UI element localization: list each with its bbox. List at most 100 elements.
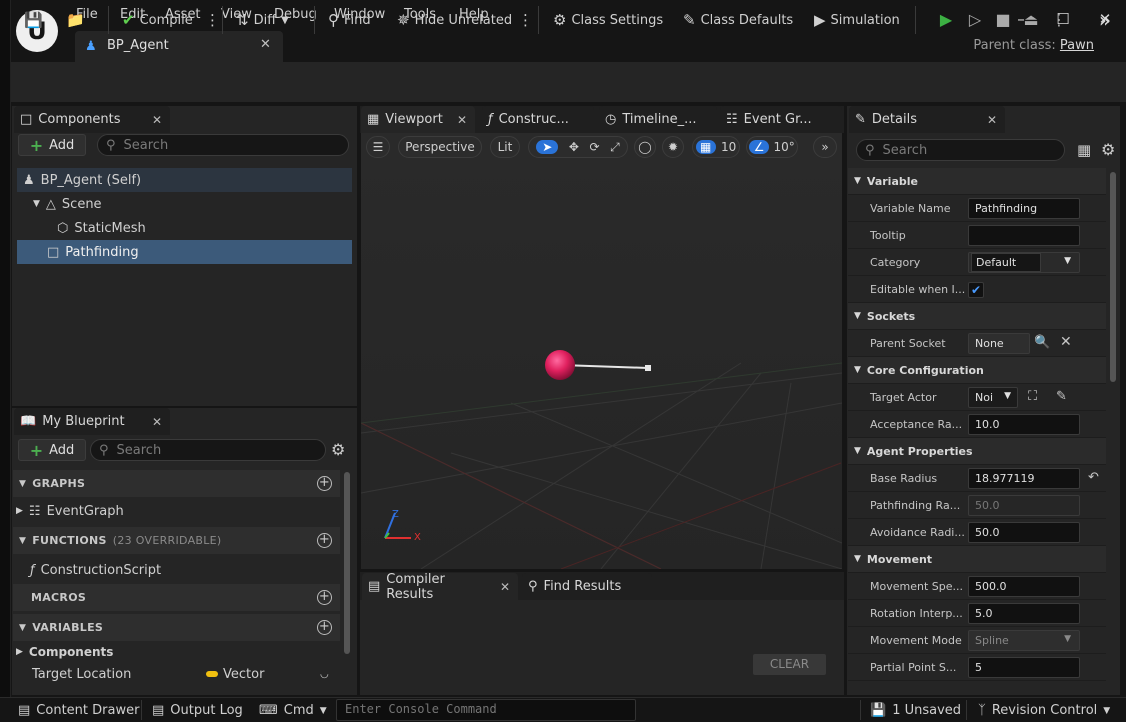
close-tab-icon[interactable]: ✕ [152,113,162,127]
variable-name-field[interactable]: Pathfinding [968,197,1080,219]
document-tab-bp-agent[interactable]: ♟ BP_Agent ✕ [75,31,283,62]
step-icon[interactable]: ▷ [963,8,987,32]
parent-class-link[interactable]: Pawn [1060,38,1094,53]
eject-icon[interactable]: ⏏ [1019,8,1043,32]
console-command-field[interactable] [336,699,636,721]
close-tab-icon[interactable]: ✕ [152,415,162,429]
output-log-button[interactable]: ▤ Output Log [152,703,243,718]
angle-snap-group[interactable]: ∠ 10° [746,136,798,158]
variable-row-target-location[interactable]: Target Location Vector ◡ [32,662,337,686]
add-variable-icon[interactable]: + [317,620,332,635]
details-search[interactable]: ⚲ [856,139,1065,161]
details-tab[interactable]: ✎ Details ✕ [849,106,1005,133]
class-defaults-button[interactable]: ✎ Class Defaults [683,10,793,30]
details-search-input[interactable] [882,142,1064,158]
add-component-button[interactable]: + Add [18,134,86,156]
close-tab-icon[interactable]: ✕ [500,580,510,594]
blueprint-scrollbar[interactable] [344,472,350,654]
rotation-interp-field[interactable]: 5.0 [968,602,1080,624]
move-tool-icon[interactable]: ✥ [569,140,579,154]
blueprint-search[interactable]: ⚲ [90,439,326,461]
revision-control-button[interactable]: ᛉ Revision Control ▼ [978,703,1110,718]
partial-point-field[interactable]: 5 [968,656,1080,678]
play-options-icon[interactable]: ⋮ [1047,8,1071,32]
rotate-tool-icon[interactable]: ⟳ [589,140,599,154]
compile-options-icon[interactable]: ⋮ [205,10,220,30]
play-icon[interactable]: ▶ [934,8,958,32]
gear-icon[interactable]: ⚙ [331,440,345,459]
component-row-self[interactable]: ♟ BP_Agent (Self) [17,168,352,192]
tab-event-graph[interactable]: ☷ Event Gr... [720,106,842,133]
section-variable[interactable]: ▼ Variable [848,168,1106,195]
details-scrollbar[interactable] [1110,172,1116,382]
construction-script-item[interactable]: ƒ ConstructionScript [30,558,330,582]
viewport-more-icon[interactable]: » [813,136,837,158]
tab-compiler-results[interactable]: ▤ Compiler Results ✕ [362,572,518,602]
surface-snap-icon[interactable]: ◯ [634,136,656,158]
event-graph-item[interactable]: ▶ ☷ EventGraph [16,499,336,523]
tooltip-field[interactable] [968,224,1080,246]
eye-closed-icon[interactable]: ◡ [320,669,329,680]
variables-section-header[interactable]: ▼ VARIABLES + [13,614,340,641]
save-icon[interactable]: 💾 [24,10,43,30]
add-graph-icon[interactable]: + [317,476,332,491]
compile-button[interactable]: ✔ Compile [122,10,193,30]
hide-unrelated-button[interactable]: ✵ Hide Unrelated [397,10,512,30]
content-drawer-button[interactable]: ▤ Content Drawer [18,703,139,718]
world-local-icon[interactable]: ✹ [662,136,684,158]
section-core-configuration[interactable]: ▼ Core Configuration [848,357,1106,384]
class-settings-button[interactable]: ⚙ Class Settings [553,10,663,30]
macros-section-header[interactable]: MACROS + [13,584,340,611]
find-button[interactable]: ⚲ Find [328,10,371,30]
tab-find-results[interactable]: ⚲ Find Results [522,573,652,600]
clear-button[interactable]: CLEAR [753,654,826,675]
cmd-dropdown[interactable]: ⌨ Cmd ▼ [259,703,327,718]
section-agent-properties[interactable]: ▼ Agent Properties [848,438,1106,465]
viewport-canvas[interactable] [361,133,842,569]
close-tab-icon[interactable]: ✕ [987,113,997,127]
add-blueprint-item-button[interactable]: + Add [18,439,86,461]
tab-construction-script[interactable]: ƒ Construc... [482,106,594,133]
my-blueprint-tab[interactable]: 📖 My Blueprint ✕ [14,408,170,435]
components-tab[interactable]: □ Components ✕ [14,106,170,133]
base-radius-field[interactable]: 18.977119 [968,467,1080,489]
scale-tool-icon[interactable]: ⤢ [610,140,620,155]
eyedropper-icon[interactable]: ✎ [1056,389,1067,404]
lit-button[interactable]: Lit [490,136,520,158]
add-function-icon[interactable]: + [317,533,332,548]
tab-viewport[interactable]: ▦ Viewport ✕ [361,106,475,133]
functions-section-header[interactable]: ▼ FUNCTIONS (23 OVERRIDABLE) + [13,527,340,554]
component-row-scene[interactable]: ▼ △ Scene [17,192,352,216]
diff-button[interactable]: ⇅ Diff ▼ [236,10,289,30]
console-command-input[interactable] [345,702,627,716]
avoidance-radius-field[interactable]: 50.0 [968,521,1080,543]
component-row-pathfinding[interactable]: □ Pathfinding [17,240,352,264]
components-category[interactable]: ▶ Components [16,640,336,664]
pick-actor-icon[interactable]: ⛶ [1028,389,1037,404]
movement-speed-field[interactable]: 500.0 [968,575,1080,597]
gear-icon[interactable]: ⚙ [1101,140,1115,159]
acceptance-radius-field[interactable]: 10.0 [968,413,1080,435]
unsaved-button[interactable]: 💾 1 Unsaved [870,703,961,718]
category-dropdown[interactable]: Default ▼ [968,251,1080,273]
reset-to-default-icon[interactable]: ↶ [1088,470,1099,485]
hamburger-menu-icon[interactable]: ☰ [366,136,390,158]
close-tab-icon[interactable]: ✕ [260,37,271,52]
parent-socket-field[interactable]: None [968,332,1030,354]
expand-toolbar-icon[interactable]: » [1093,8,1117,32]
table-view-icon[interactable]: ▦ [1077,141,1091,159]
target-actor-dropdown[interactable]: Noi ▼ [968,386,1018,408]
section-sockets[interactable]: ▼ Sockets [848,303,1106,330]
simulation-button[interactable]: ▶ Simulation [814,10,900,30]
select-tool-icon[interactable]: ➤ [536,140,559,154]
grid-snap-group[interactable]: ▦ 10 [692,136,740,158]
perspective-button[interactable]: Perspective [398,136,482,158]
browse-icon[interactable]: 📁 [66,10,85,30]
close-tab-icon[interactable]: ✕ [457,113,467,127]
blueprint-search-input[interactable] [116,442,325,458]
stop-icon[interactable]: ■ [991,8,1015,32]
browse-socket-icon[interactable]: 🔍 [1034,335,1050,350]
graphs-section-header[interactable]: ▼ GRAPHS + [13,470,340,497]
clear-socket-icon[interactable]: ✕ [1060,334,1072,350]
components-search-input[interactable] [123,137,348,153]
